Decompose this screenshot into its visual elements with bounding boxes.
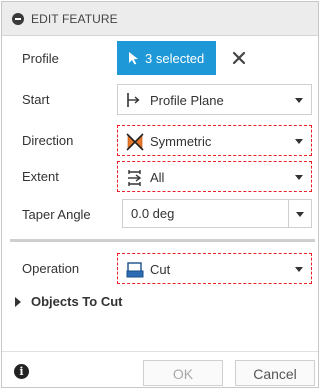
operation-value: Cut xyxy=(150,262,171,277)
chevron-down-icon xyxy=(295,98,303,103)
operation-dropdown[interactable]: Cut xyxy=(117,253,312,284)
objects-to-cut-toggle[interactable]: Objects To Cut xyxy=(15,294,122,309)
cursor-arrow-icon xyxy=(129,52,138,65)
direction-label: Direction xyxy=(22,133,74,148)
cut-icon xyxy=(126,262,144,278)
profile-selection-count: 3 selected xyxy=(145,51,205,66)
collapse-icon[interactable] xyxy=(12,13,24,25)
direction-value: Symmetric xyxy=(150,134,212,149)
chevron-down-icon xyxy=(295,267,303,272)
expand-triangle-icon xyxy=(15,296,21,307)
profile-plane-icon xyxy=(127,93,140,107)
panel-header[interactable]: EDIT FEATURE xyxy=(2,2,318,36)
operation-label: Operation xyxy=(22,261,80,276)
extent-all-icon xyxy=(128,170,142,186)
cancel-button[interactable]: Cancel xyxy=(235,360,315,386)
chevron-down-icon xyxy=(295,139,303,144)
taper-angle-input[interactable]: 0.0 deg xyxy=(122,199,289,228)
start-dropdown[interactable]: Profile Plane xyxy=(117,84,312,115)
objects-to-cut-label: Objects To Cut xyxy=(31,294,123,309)
extent-label: Extent xyxy=(22,169,59,184)
direction-dropdown[interactable]: Symmetric xyxy=(117,125,312,156)
chevron-down-icon xyxy=(295,175,303,180)
edit-feature-panel: EDIT FEATURE Profile 3 selected Start Pr… xyxy=(1,1,319,388)
start-label: Start xyxy=(22,92,50,107)
close-icon[interactable] xyxy=(228,47,250,69)
symmetric-icon xyxy=(126,133,144,151)
taper-angle-dropdown-button[interactable] xyxy=(289,199,312,228)
profile-selection-button[interactable]: 3 selected xyxy=(117,41,216,75)
section-divider xyxy=(10,239,315,242)
start-value: Profile Plane xyxy=(150,93,224,108)
taper-angle-label: Taper Angle xyxy=(22,207,91,222)
extent-value: All xyxy=(150,170,165,185)
panel-title: EDIT FEATURE xyxy=(31,12,118,26)
panel-footer: i OK Cancel xyxy=(2,351,318,389)
ok-button[interactable]: OK xyxy=(143,360,223,386)
profile-label: Profile xyxy=(22,51,59,66)
extent-dropdown[interactable]: All xyxy=(117,161,312,192)
info-icon[interactable]: i xyxy=(14,364,29,379)
